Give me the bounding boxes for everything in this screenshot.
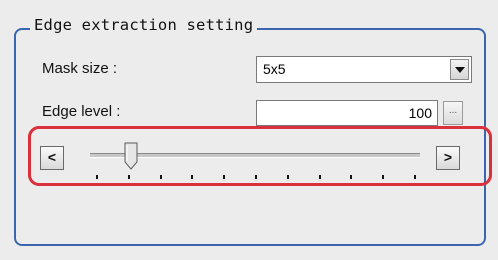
edge-level-value: 100 xyxy=(408,105,432,121)
slider-tick xyxy=(191,175,194,179)
dropdown-arrow-icon[interactable] xyxy=(450,59,469,80)
edge-level-ellipsis-button[interactable]: ... xyxy=(443,101,463,125)
slider-tick xyxy=(255,175,257,179)
slider-decrement-button[interactable]: < xyxy=(40,146,64,170)
mask-size-value: 5x5 xyxy=(263,61,286,77)
slider-tick xyxy=(350,175,353,179)
slider-tick xyxy=(127,175,130,179)
edge-level-input[interactable]: 100 xyxy=(256,100,438,126)
group-title: Edge extraction setting xyxy=(30,16,258,34)
slider-tick xyxy=(159,175,162,179)
slider-tick xyxy=(286,175,289,179)
slider-increment-button[interactable]: > xyxy=(436,146,460,170)
slider-thumb-icon[interactable] xyxy=(124,142,138,170)
slider-tick xyxy=(414,175,416,179)
slider-tick xyxy=(318,175,321,179)
slider-tick xyxy=(223,175,226,179)
slider-tick xyxy=(382,175,385,179)
slider-track[interactable] xyxy=(90,153,420,158)
mask-size-label: Mask size : xyxy=(42,60,118,77)
mask-size-select[interactable]: 5x5 xyxy=(256,56,472,83)
slider-tick xyxy=(96,175,98,179)
edge-level-label: Edge level : xyxy=(42,103,121,120)
settings-panel: Edge extraction setting Mask size : 5x5 … xyxy=(0,0,498,260)
